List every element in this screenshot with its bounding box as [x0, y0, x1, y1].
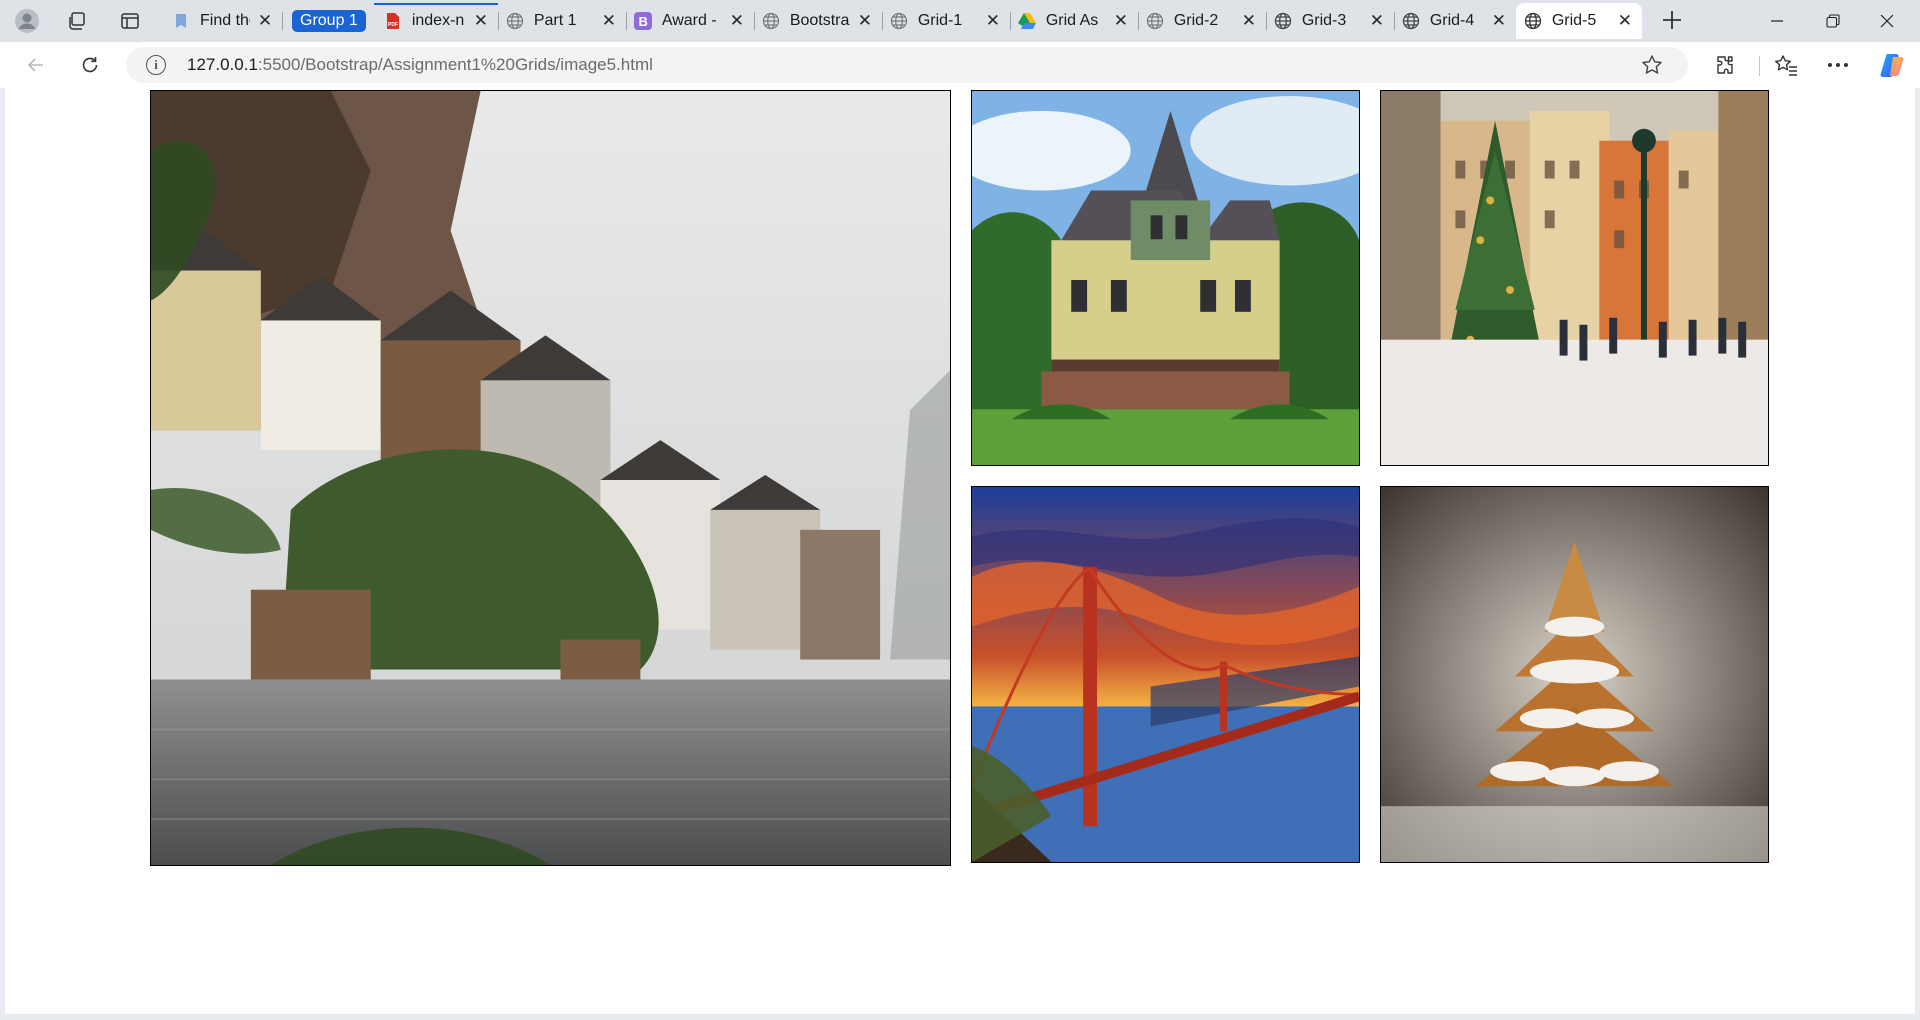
tab-close-icon[interactable]: ✕: [256, 11, 274, 30]
tab-close-icon[interactable]: ✕: [472, 11, 490, 30]
tab-grid-4[interactable]: Grid-4 ✕: [1394, 3, 1516, 39]
tab-strip: Find the ✕ Group 1 PDF index-n ✕ Part 1 …: [0, 0, 1920, 42]
tab-grid-1[interactable]: Grid-1 ✕: [882, 3, 1011, 39]
globe-icon: [890, 12, 908, 30]
bookmark-icon: [172, 12, 190, 30]
tab-bootstrap[interactable]: Bootstra ✕: [754, 3, 883, 39]
minimize-icon: [1771, 20, 1783, 22]
tab-close-icon[interactable]: ✕: [1240, 11, 1258, 30]
tab-title: Grid As: [1045, 12, 1099, 29]
tab-grid-2[interactable]: Grid-2 ✕: [1138, 3, 1267, 39]
reload-icon: [82, 57, 98, 73]
globe-icon: [762, 12, 780, 30]
tab-close-icon[interactable]: ✕: [1112, 11, 1130, 30]
address-url[interactable]: 127.0.0.1:5500/Bootstrap/Assignment1%20G…: [187, 55, 653, 75]
back-arrow-icon: [27, 58, 43, 72]
address-path: :5500/Bootstrap/Assignment1%20Grids/imag…: [257, 55, 653, 74]
restore-icon: [1826, 14, 1840, 28]
reload-button[interactable]: [74, 50, 106, 80]
copilot-icon: [1880, 54, 1904, 77]
tab-find[interactable]: Find the ✕: [164, 3, 283, 39]
close-window-button[interactable]: [1864, 6, 1910, 36]
tab-part1[interactable]: Part 1 ✕: [498, 3, 627, 39]
globe-icon: [506, 12, 524, 30]
new-tab-button[interactable]: [1661, 9, 1683, 34]
image-cookie-tree: sugar-dusted-cookie-tree: [1380, 486, 1769, 863]
copilot-button[interactable]: [1876, 50, 1908, 80]
vertical-tabs-icon[interactable]: [115, 7, 145, 35]
tab-close-icon[interactable]: ✕: [728, 11, 746, 30]
extensions-button[interactable]: [1709, 50, 1741, 80]
tab-grid-assignment[interactable]: Grid As ✕: [1010, 3, 1139, 39]
tab-title: Grid-5: [1551, 12, 1597, 29]
image-lakeside-village: lakeside-village: [150, 90, 951, 866]
tab-close-icon[interactable]: ✕: [600, 11, 618, 30]
tab-title: Find the: [200, 12, 250, 29]
image-golden-gate-sunset: golden-gate-sunset: [971, 486, 1360, 863]
tab-index-pdf[interactable]: PDF index-n ✕: [376, 3, 499, 39]
tab-list: Find the ✕ Group 1 PDF index-n ✕ Part 1 …: [164, 3, 1642, 39]
site-info-icon[interactable]: i: [146, 55, 166, 75]
globe-icon: [1402, 12, 1420, 30]
extensions-icon: [1717, 56, 1733, 74]
pdf-icon: PDF: [384, 12, 402, 30]
browser-toolbar: i 127.0.0.1:5500/Bootstrap/Assignment1%2…: [0, 42, 1920, 88]
tab-title: Grid-3: [1301, 12, 1347, 29]
tab-title: Grid-2: [1173, 12, 1219, 29]
close-icon: [1880, 14, 1894, 28]
google-drive-icon: [1017, 12, 1036, 30]
restore-button[interactable]: [1810, 6, 1856, 36]
svg-text:B: B: [638, 14, 647, 29]
globe-icon: [1274, 12, 1292, 30]
address-bar[interactable]: i 127.0.0.1:5500/Bootstrap/Assignment1%2…: [126, 47, 1688, 83]
image-christmas-market: christmas-market-square: [1380, 90, 1769, 466]
tab-award[interactable]: B Award - ✕: [626, 3, 755, 39]
favorites-button[interactable]: [1770, 50, 1802, 80]
tab-title: Part 1: [533, 12, 577, 29]
tab-close-icon[interactable]: ✕: [856, 11, 874, 30]
workspaces-icon[interactable]: [62, 7, 92, 35]
globe-icon: [1524, 12, 1542, 30]
tab-title: Award -: [661, 12, 717, 29]
tab-close-icon[interactable]: ✕: [1616, 11, 1634, 30]
globe-icon: [1146, 12, 1164, 30]
more-icon: [1828, 63, 1848, 67]
image-victorian-house: victorian-house: [971, 90, 1360, 466]
back-button[interactable]: [20, 50, 52, 80]
tab-title: Grid-1: [917, 12, 963, 29]
minimize-button[interactable]: [1754, 6, 1800, 36]
toolbar-separator: [1759, 56, 1760, 76]
tab-title: index-n: [411, 12, 465, 29]
tab-close-icon[interactable]: ✕: [984, 11, 1002, 30]
favorite-star-icon[interactable]: [1640, 53, 1664, 77]
tab-close-icon[interactable]: ✕: [1490, 11, 1508, 30]
bootstrap-b-icon: B: [633, 12, 652, 30]
tab-grid-5[interactable]: Grid-5 ✕: [1515, 3, 1642, 39]
tab-title: Grid-4: [1429, 12, 1475, 29]
tab-grid-3[interactable]: Grid-3 ✕: [1266, 3, 1395, 39]
svg-text:PDF: PDF: [388, 22, 398, 28]
tab-title: Bootstra: [789, 12, 850, 29]
address-host: 127.0.0.1: [187, 55, 258, 74]
tab-close-icon[interactable]: ✕: [1368, 11, 1386, 30]
favorites-icon: [1775, 55, 1797, 76]
plus-icon: [1663, 11, 1681, 29]
tab-group-chip[interactable]: Group 1: [292, 10, 366, 32]
profile-avatar-icon[interactable]: [12, 7, 42, 35]
more-menu-button[interactable]: [1822, 50, 1854, 80]
page-viewport: lakeside-village: [5, 88, 1915, 1014]
